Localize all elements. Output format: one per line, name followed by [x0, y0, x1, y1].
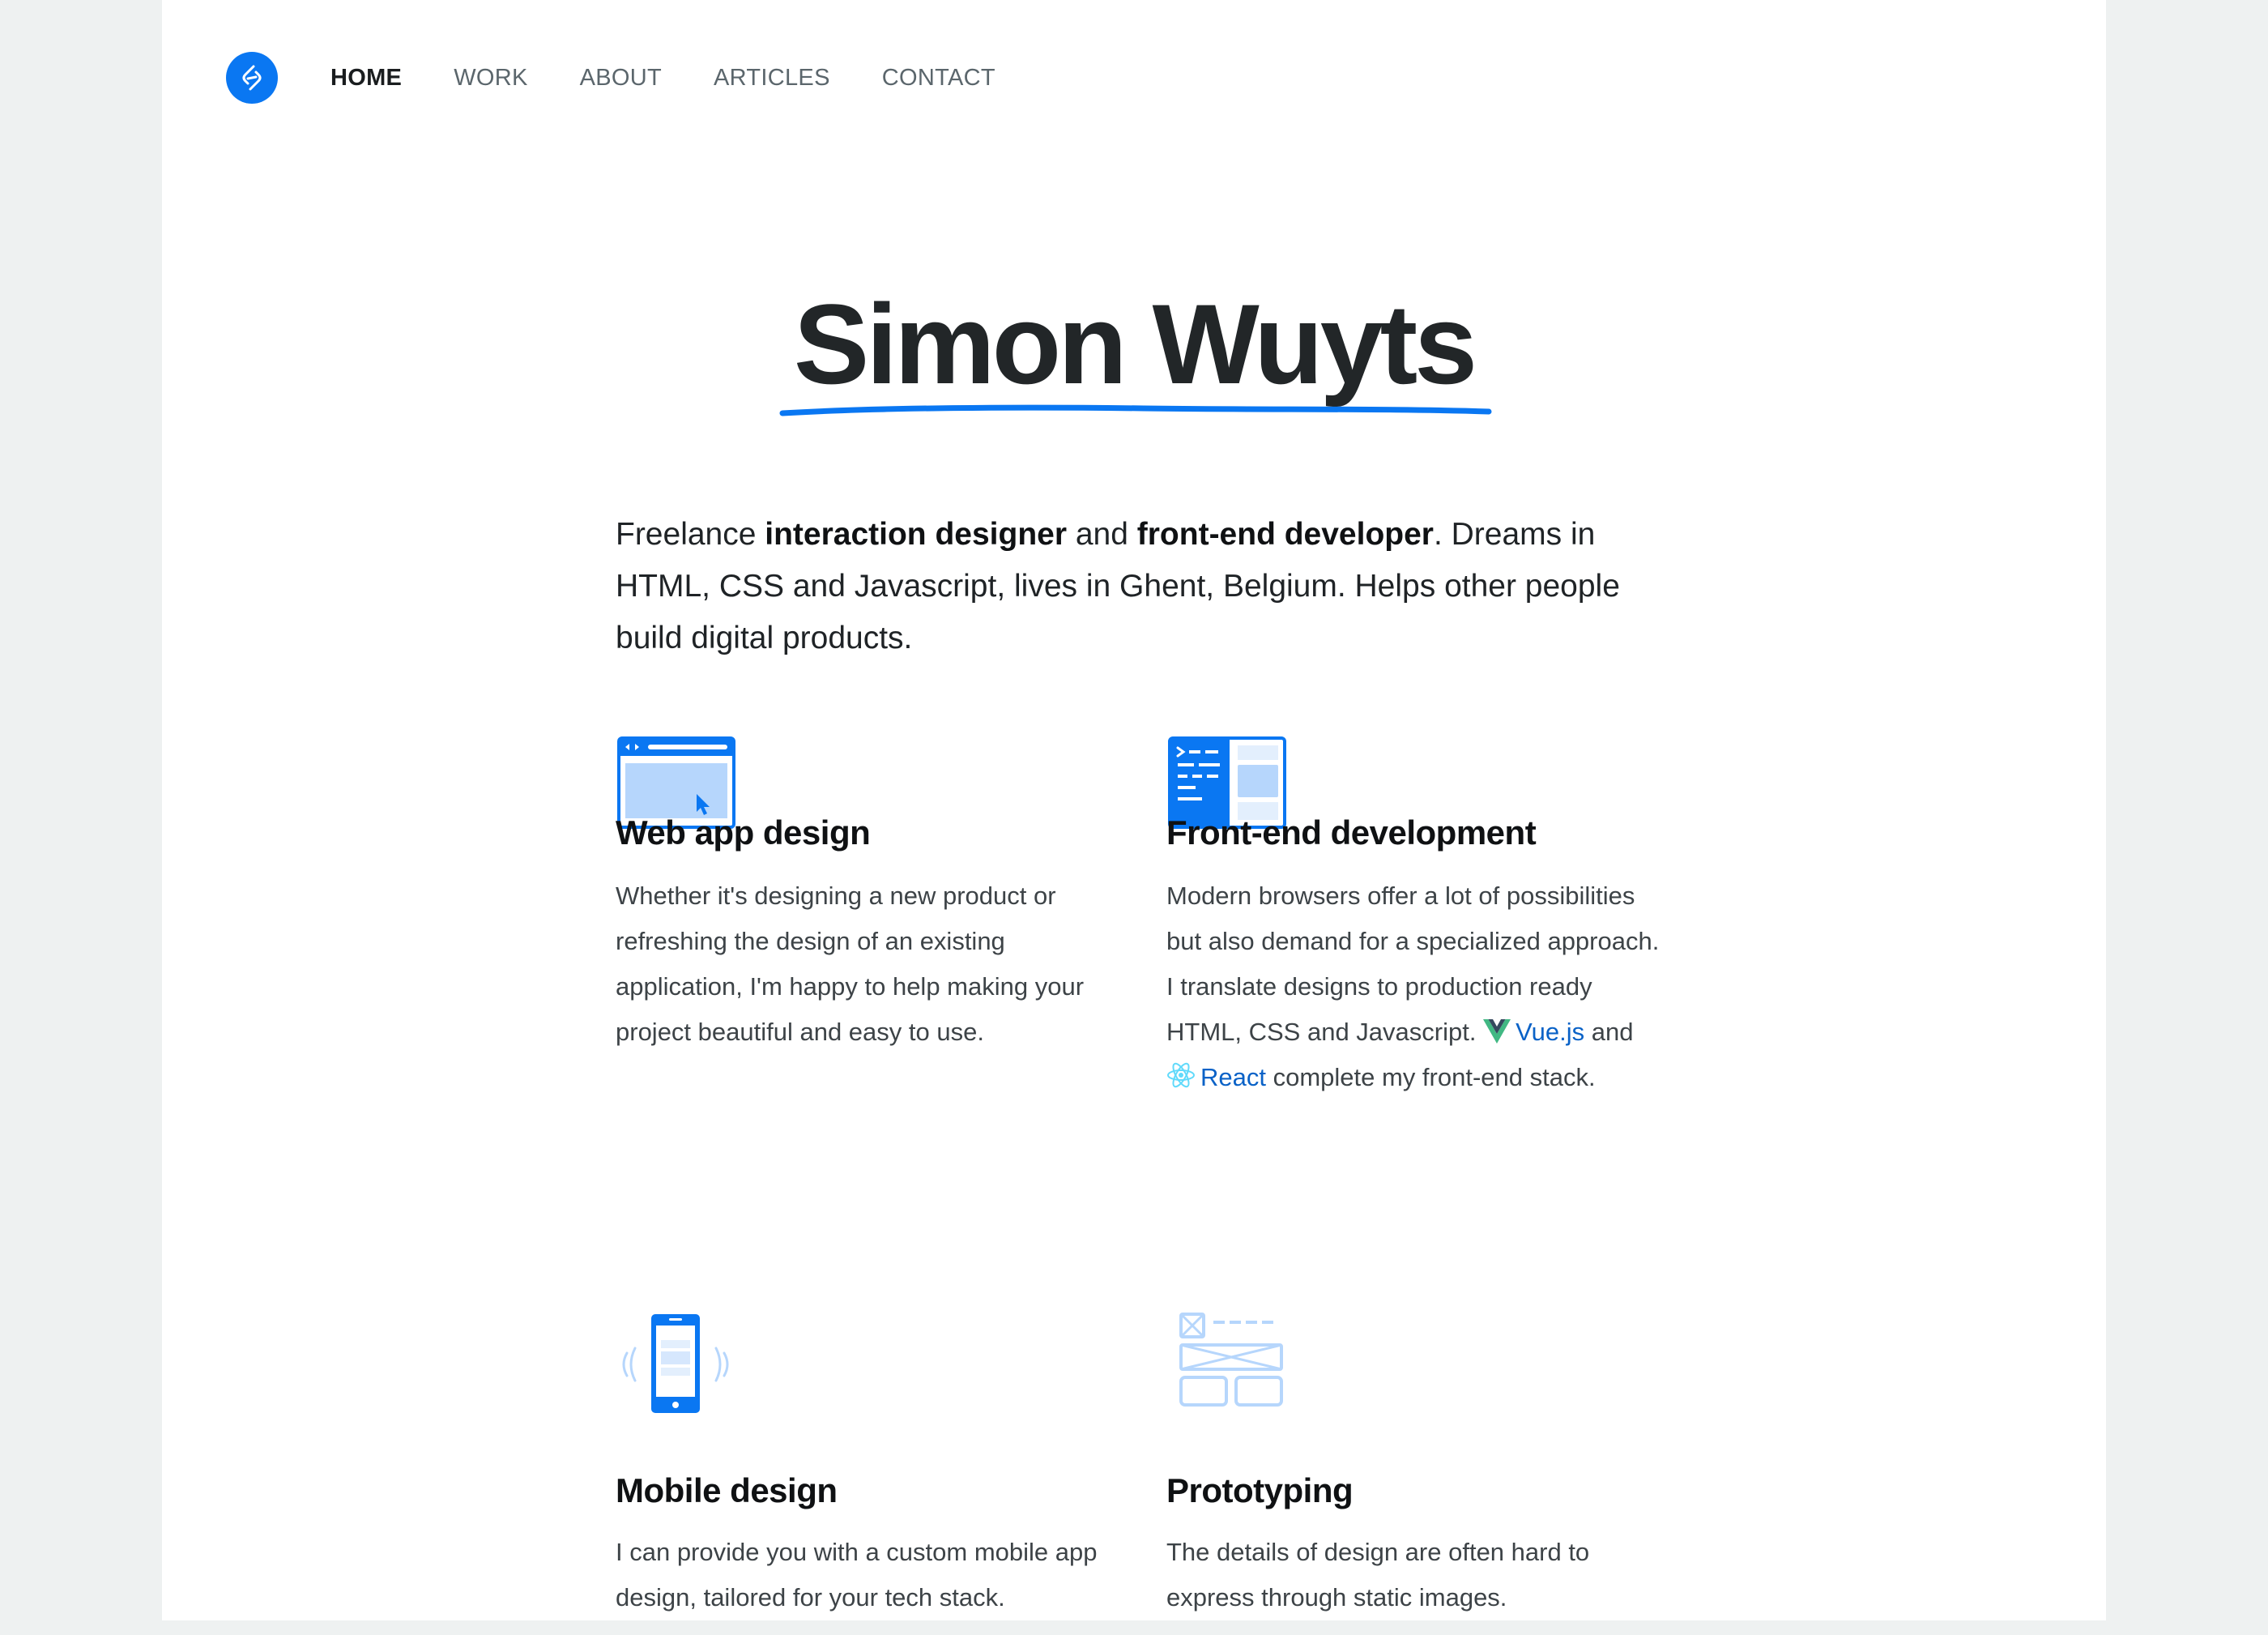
service-description: Modern browsers offer a lot of possibili… — [1166, 873, 1669, 1100]
vue-link-label: Vue.js — [1516, 1018, 1585, 1046]
service-title: Prototyping — [1166, 1471, 1354, 1509]
vue-link[interactable]: Vue.js — [1483, 1018, 1584, 1046]
logo-icon — [242, 65, 262, 91]
intro-text-part: Freelance — [616, 517, 765, 552]
intro-text-part: and — [1067, 517, 1137, 552]
nav-item-work[interactable]: WORK — [454, 63, 527, 92]
service-text-part: complete my front-end stack. — [1265, 1063, 1596, 1091]
intro-text: Freelance interaction designer and front… — [616, 509, 1669, 664]
mobile-phone-icon — [622, 1314, 729, 1413]
intro-highlight-front-end-developer: front-end developer — [1136, 517, 1434, 552]
service-title: Web app design — [616, 813, 871, 852]
nav-item-articles[interactable]: ARTICLES — [714, 63, 830, 92]
hero-name: Simon Wuyts — [793, 280, 1477, 408]
service-description: The details of design are often hard to … — [1166, 1538, 1590, 1612]
service-web-app-design: Web app design Whether it's designing a … — [616, 736, 1118, 1157]
react-icon — [1167, 1062, 1195, 1088]
service-text-part: and — [1584, 1018, 1634, 1046]
vue-icon — [1483, 1019, 1511, 1044]
nav-item-contact[interactable]: CONTACT — [882, 63, 995, 92]
service-prototyping: Prototyping The details of design are of… — [1166, 1311, 1669, 1635]
service-title: Front-end development — [1166, 813, 1537, 852]
service-description: I can provide you with a custom mobile a… — [616, 1538, 1098, 1612]
service-front-end-development: Front-end development Modern browsers of… — [1166, 736, 1669, 1238]
react-link[interactable]: React — [1166, 1062, 1266, 1091]
nav-item-home[interactable]: HOME — [330, 63, 402, 92]
wireframe-icon — [1179, 1313, 1283, 1407]
intro-highlight-interaction-designer: interaction designer — [765, 517, 1068, 552]
nav-item-about[interactable]: ABOUT — [580, 63, 662, 92]
page-container: HOME WORK ABOUT ARTICLES CONTACT Simon W… — [162, 0, 2106, 1620]
name-underline-decoration — [779, 404, 1492, 416]
main-nav: HOME WORK ABOUT ARTICLES CONTACT — [330, 63, 995, 92]
service-description: Whether it's designing a new product or … — [616, 882, 1085, 1046]
logo-link[interactable] — [226, 52, 278, 104]
react-link-label: React — [1200, 1063, 1266, 1091]
service-title: Mobile design — [616, 1471, 838, 1509]
service-mobile-design: Mobile design I can provide you with a c… — [616, 1311, 1118, 1635]
